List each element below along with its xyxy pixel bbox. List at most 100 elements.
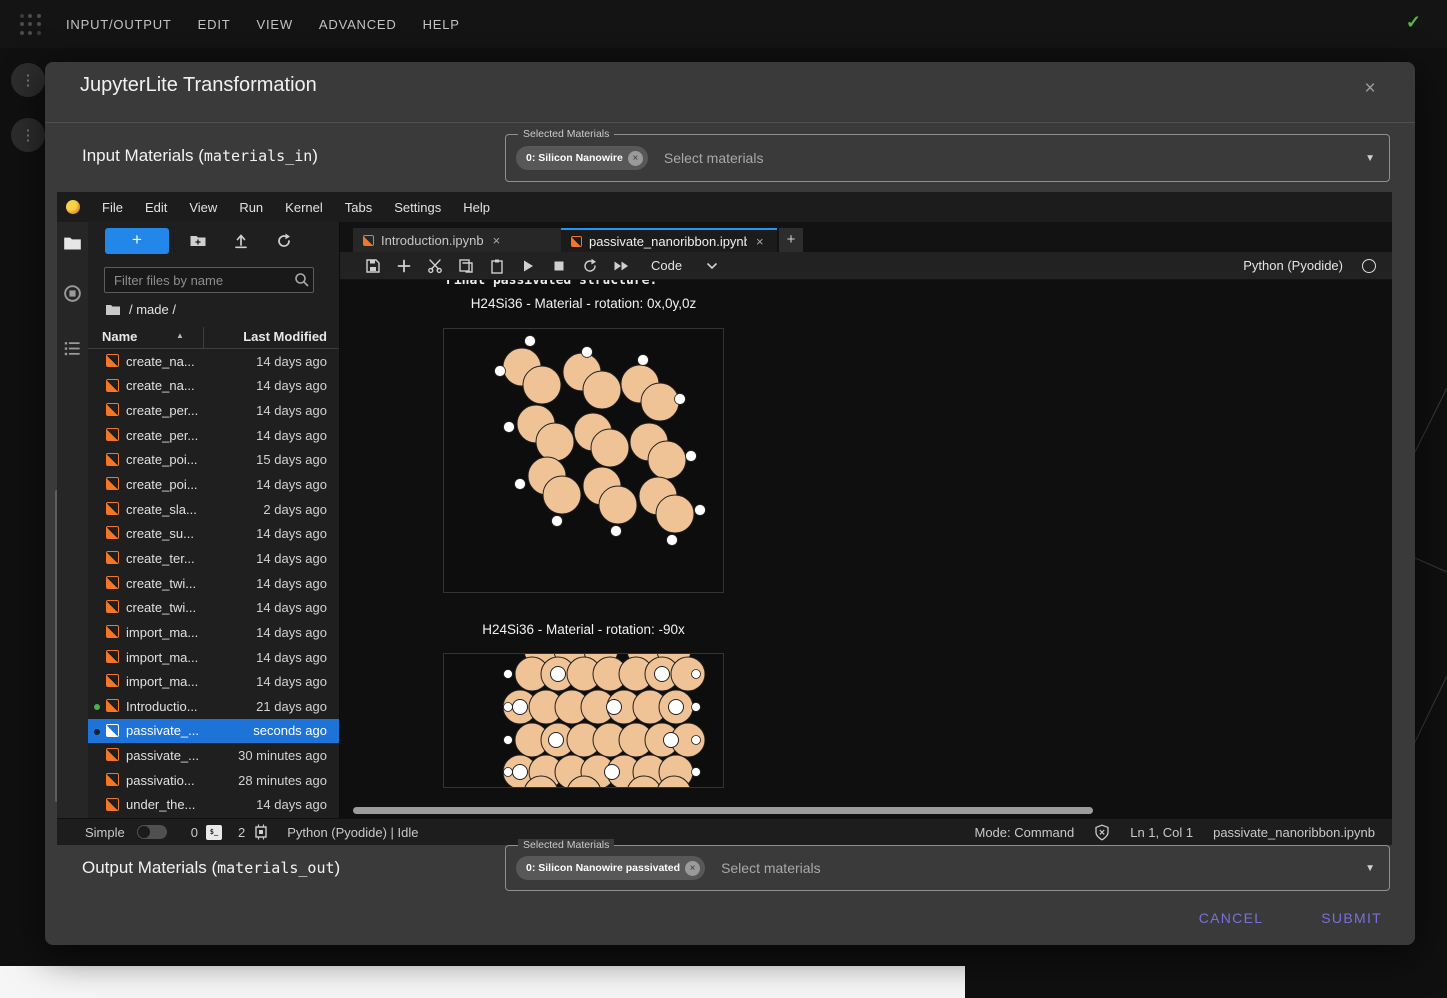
top-menu-item[interactable]: INPUT/OUTPUT — [66, 17, 172, 32]
file-row[interactable]: import_ma... 14 days ago — [88, 620, 339, 645]
file-list: create_na... 14 days ago create_na... 14… — [88, 349, 339, 818]
new-folder-icon[interactable] — [189, 232, 207, 250]
top-menu-item[interactable]: HELP — [423, 17, 460, 32]
running-kernels-icon[interactable] — [63, 284, 82, 303]
cancel-button[interactable]: CANCEL — [1191, 900, 1272, 936]
select-materials-placeholder[interactable]: Select materials — [664, 150, 1365, 166]
kernel-name-button[interactable]: Python (Pyodide) — [1243, 258, 1343, 273]
file-row[interactable]: passivate_... 30 minutes ago — [88, 743, 339, 768]
notebook-file-icon — [106, 798, 119, 811]
kernel-status-dot — [94, 482, 100, 488]
app-top-bar: INPUT/OUTPUT EDIT VIEW ADVANCED HELP ✓ — [0, 0, 1447, 48]
top-menu-item[interactable]: VIEW — [256, 17, 292, 32]
file-row[interactable]: create_per... 14 days ago — [88, 398, 339, 423]
jupyter-menu-item[interactable]: Edit — [134, 200, 178, 215]
chip-remove-icon[interactable]: × — [685, 861, 700, 876]
chevron-down-icon[interactable]: ▼ — [1365, 863, 1375, 874]
refresh-icon[interactable] — [275, 232, 293, 250]
notebook-toolbar: Code Python (Pyodide) — [340, 252, 1392, 280]
notebook-file-icon — [106, 403, 119, 416]
new-launcher-button[interactable]: + — [105, 228, 169, 254]
file-row[interactable]: create_na... 14 days ago — [88, 349, 339, 374]
file-row[interactable]: create_su... 14 days ago — [88, 521, 339, 546]
jupyter-menu-item[interactable]: Tabs — [334, 200, 383, 215]
file-row[interactable]: create_poi... 14 days ago — [88, 472, 339, 497]
file-row[interactable]: passivatio... 28 minutes ago — [88, 768, 339, 793]
kernel-count[interactable]: 2 — [238, 825, 245, 840]
tab-introduction[interactable]: Introduction.ipynb × — [353, 228, 561, 252]
notebook-file-icon — [106, 650, 119, 663]
file-row[interactable]: under_the... 14 days ago — [88, 793, 339, 818]
output-materials-select[interactable]: Selected Materials 0: Silicon Nanowire p… — [505, 845, 1390, 891]
top-menu-item[interactable]: EDIT — [198, 17, 231, 32]
jupyter-menu-item[interactable]: Run — [228, 200, 274, 215]
tab-close-icon[interactable]: × — [491, 233, 503, 248]
kernel-status-text[interactable]: Python (Pyodide) | Idle — [287, 825, 418, 840]
top-menu-item[interactable]: ADVANCED — [319, 17, 397, 32]
file-row[interactable]: create_poi... 15 days ago — [88, 448, 339, 473]
kernel-status-dot — [94, 679, 100, 685]
file-row[interactable]: import_ma... 14 days ago — [88, 645, 339, 670]
save-icon — [365, 258, 381, 274]
cell-type-dropdown[interactable]: Code — [651, 258, 718, 273]
terminal-count[interactable]: 0 — [191, 825, 198, 840]
success-check-icon: ✓ — [1406, 12, 1421, 33]
restart-kernel-button[interactable] — [579, 255, 601, 277]
paste-cells-button[interactable] — [486, 255, 508, 277]
plus-icon: + — [132, 230, 142, 249]
save-button[interactable] — [362, 255, 384, 277]
file-browser-icon[interactable] — [63, 234, 82, 253]
background-kebab-button[interactable]: ⋮ — [11, 118, 45, 152]
file-row[interactable]: create_twi... 14 days ago — [88, 595, 339, 620]
app-logo[interactable] — [20, 14, 42, 36]
file-row[interactable]: passivate_... seconds ago — [88, 719, 339, 744]
input-materials-select[interactable]: Selected Materials 0: Silicon Nanowire ×… — [505, 134, 1390, 182]
kernel-status-dot — [94, 729, 100, 735]
file-row[interactable]: create_sla... 2 days ago — [88, 497, 339, 522]
restart-run-all-button[interactable] — [610, 255, 632, 277]
material-chip[interactable]: 0: Silicon Nanowire × — [516, 146, 648, 170]
kernel-status-dot — [94, 803, 100, 809]
jupyter-menu-item[interactable]: File — [91, 200, 134, 215]
table-of-contents-icon[interactable] — [63, 339, 82, 358]
upload-icon[interactable] — [232, 232, 250, 250]
insert-cell-button[interactable] — [393, 255, 415, 277]
interrupt-kernel-button[interactable] — [548, 255, 570, 277]
filter-files-input[interactable] — [104, 267, 314, 293]
modified-column-header[interactable]: Last Modified — [243, 329, 327, 344]
file-row[interactable]: create_per... 14 days ago — [88, 423, 339, 448]
name-column-header[interactable]: Name — [102, 329, 137, 344]
sort-ascending-icon: ▲ — [176, 331, 184, 340]
file-row[interactable]: import_ma... 14 days ago — [88, 669, 339, 694]
chevron-down-icon[interactable]: ▼ — [1365, 153, 1375, 164]
cut-cells-button[interactable] — [424, 255, 446, 277]
jupyter-menu-item[interactable]: View — [178, 200, 228, 215]
structure-figure-1 — [443, 328, 724, 593]
file-row[interactable]: create_twi... 14 days ago — [88, 571, 339, 596]
file-row[interactable]: create_ter... 14 days ago — [88, 546, 339, 571]
background-kebab-button[interactable]: ⋮ — [11, 63, 45, 97]
horizontal-scrollbar-thumb[interactable] — [353, 807, 1093, 814]
submit-button[interactable]: SUBMIT — [1313, 900, 1390, 936]
simple-mode-toggle[interactable] — [137, 825, 167, 839]
notebook-file-icon — [106, 576, 119, 589]
breadcrumb[interactable]: / made / — [105, 302, 176, 317]
tab-close-icon[interactable]: × — [754, 234, 766, 249]
kernel-status-dot — [94, 408, 100, 414]
jupyter-menu-item[interactable]: Settings — [383, 200, 452, 215]
new-tab-button[interactable]: + — [779, 228, 803, 252]
kebab-icon: ⋮ — [21, 71, 36, 89]
run-cell-button[interactable] — [517, 255, 539, 277]
file-row[interactable]: create_na... 14 days ago — [88, 374, 339, 399]
material-chip[interactable]: 0: Silicon Nanowire passivated × — [516, 856, 705, 880]
jupyter-menu-item[interactable]: Kernel — [274, 200, 334, 215]
tab-passivate-nanoribbon[interactable]: passivate_nanoribbon.ipynb × — [561, 228, 777, 252]
jupyter-status-bar: Simple 0 $_ 2 Python (Pyodide) | Idle Mo… — [57, 818, 1392, 845]
jupyter-menu-item[interactable]: Help — [452, 200, 501, 215]
copy-cells-button[interactable] — [455, 255, 477, 277]
chip-remove-icon[interactable]: × — [628, 151, 643, 166]
file-row[interactable]: Introductio... 21 days ago — [88, 694, 339, 719]
dialog-close-button[interactable]: × — [1357, 76, 1383, 102]
jupyter-menubar: FileEditViewRunKernelTabsSettingsHelp — [57, 192, 1392, 222]
select-materials-placeholder[interactable]: Select materials — [721, 860, 1365, 876]
